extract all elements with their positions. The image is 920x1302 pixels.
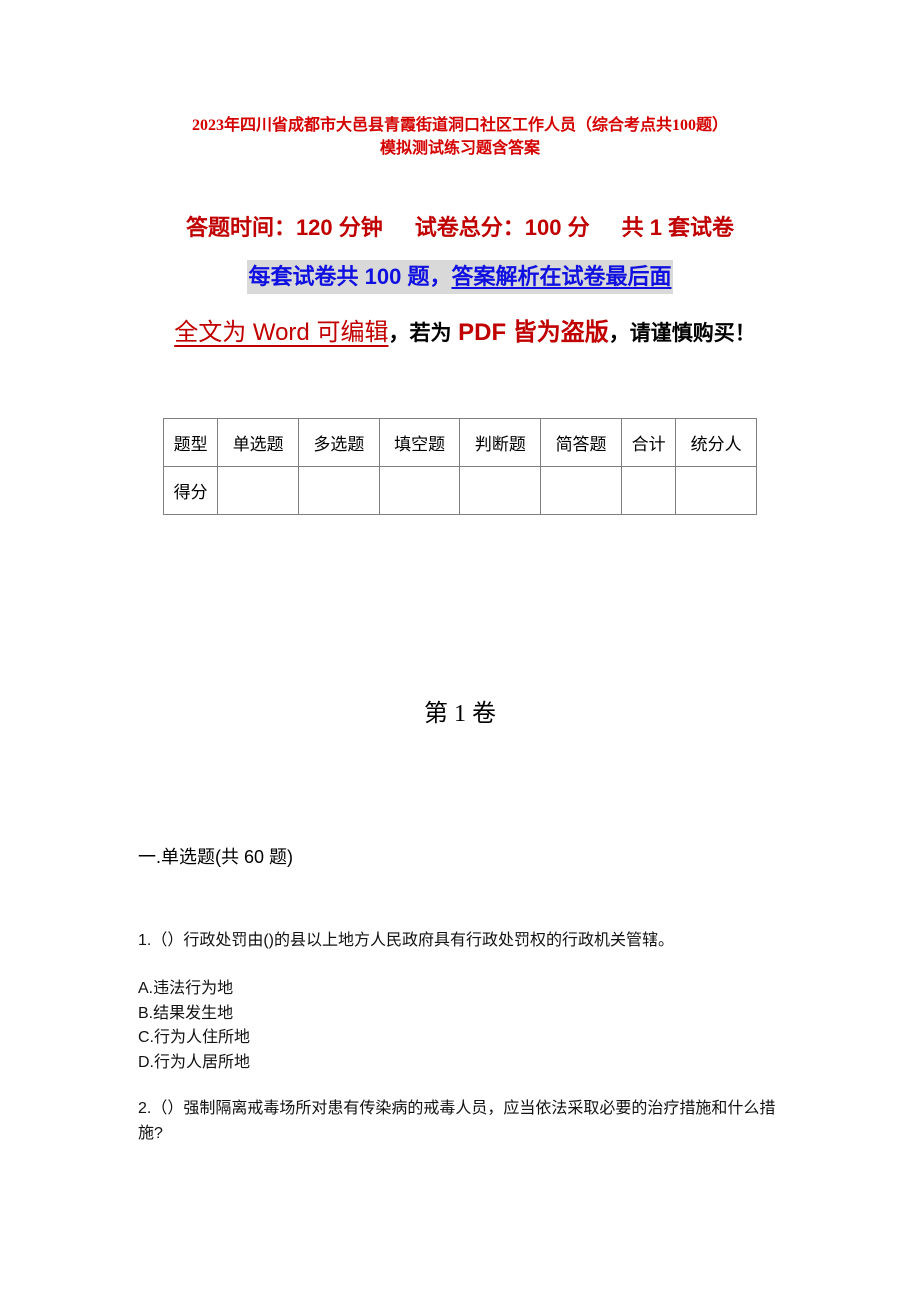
- document-page: 2023年四川省成都市大邑县青霞街道洞口社区工作人员（综合考点共100题） 模拟…: [0, 0, 920, 1302]
- answer-note-highlight: 每套试卷共 100 题，答案解析在试卷最后面: [246, 260, 674, 294]
- warning-comma-2: ，: [608, 322, 630, 345]
- set-count: 共 1 套试卷: [621, 215, 735, 240]
- warning-pdf-pirated: PDF 皆为盗版: [451, 319, 609, 346]
- question-text: 1.（）行政处罚由()的县以上地方人民政府具有行政处罚权的行政机关管辖。: [138, 932, 675, 949]
- header-cell: 填空题: [378, 418, 461, 467]
- header-cell: 简答题: [540, 418, 622, 467]
- option-d: D.行为人居所地: [138, 1053, 251, 1071]
- question-1: 1.（）行政处罚由()的县以上地方人民政府具有行政处罚权的行政机关管辖。 A.违…: [138, 928, 788, 1075]
- option-b: B.结果发生地: [138, 1004, 234, 1022]
- header-cell: 单选题: [217, 418, 300, 467]
- question-2: 2.（）强制隔离戒毒场所对患有传染病的戒毒人员，应当依法采取必要的治疗措施和什么…: [138, 1096, 778, 1146]
- option-a: A.违法行为地: [138, 980, 234, 997]
- score-cell: [459, 466, 542, 515]
- title-line-2: 模拟测试练习题含答案: [379, 140, 540, 157]
- answer-note-link: 答案解析在试卷最后面: [451, 264, 672, 289]
- header-cell: 统分人: [675, 418, 757, 467]
- title-line-1: 2023年四川省成都市大邑县青霞街道洞口社区工作人员（综合考点共100题）: [191, 117, 728, 134]
- total-score: 试卷总分：100 分: [414, 215, 590, 240]
- option-c: C.行为人住所地: [138, 1029, 251, 1046]
- header-cell: 合计: [620, 418, 677, 467]
- score-cell: [675, 466, 757, 515]
- row-label-cell: 得分: [162, 466, 219, 515]
- answer-note: 每套试卷共 100 题，答案解析在试卷最后面: [0, 260, 920, 294]
- document-title: 2023年四川省成都市大邑县青霞街道洞口社区工作人员（综合考点共100题） 模拟…: [0, 114, 920, 160]
- score-cell: [620, 466, 677, 515]
- warning-buy-carefully: 请谨慎购买！: [629, 322, 756, 345]
- score-table: 题型 单选题 多选题 填空题 判断题 简答题 合计 统分人 得分: [162, 418, 757, 515]
- score-cell: [540, 466, 622, 515]
- header-cell: 题型: [162, 418, 219, 467]
- score-table-header-row: 题型 单选题 多选题 填空题 判断题 简答题 合计 统分人: [162, 418, 757, 467]
- warning-comma-1: ，: [388, 322, 410, 345]
- question-text: 2.（）强制隔离戒毒场所对患有传染病的戒毒人员，应当依法采取必要的治疗措施和什么…: [138, 1100, 776, 1142]
- score-cell: [298, 466, 380, 515]
- section-title: 一.单选题(共 60 题): [138, 847, 294, 867]
- score-cell: [217, 466, 300, 515]
- exam-time: 答题时间：120 分钟: [185, 215, 383, 240]
- warning-word-editable: 全文为 Word 可编辑: [174, 319, 389, 346]
- score-cell: [378, 466, 461, 515]
- header-cell: 判断题: [459, 418, 542, 467]
- volume-title: 第 1 卷: [424, 701, 496, 727]
- header-cell: 多选题: [298, 418, 380, 467]
- copyright-warning: 全文为 Word 可编辑，若为 PDF 皆为盗版，请谨慎购买！: [150, 306, 780, 361]
- warning-if: 若为: [409, 322, 452, 345]
- score-table-score-row: 得分: [162, 466, 757, 515]
- exam-info-line: 答题时间：120 分钟 试卷总分：100 分 共 1 套试卷: [0, 212, 920, 244]
- answer-note-part1: 每套试卷共 100 题，: [248, 264, 452, 289]
